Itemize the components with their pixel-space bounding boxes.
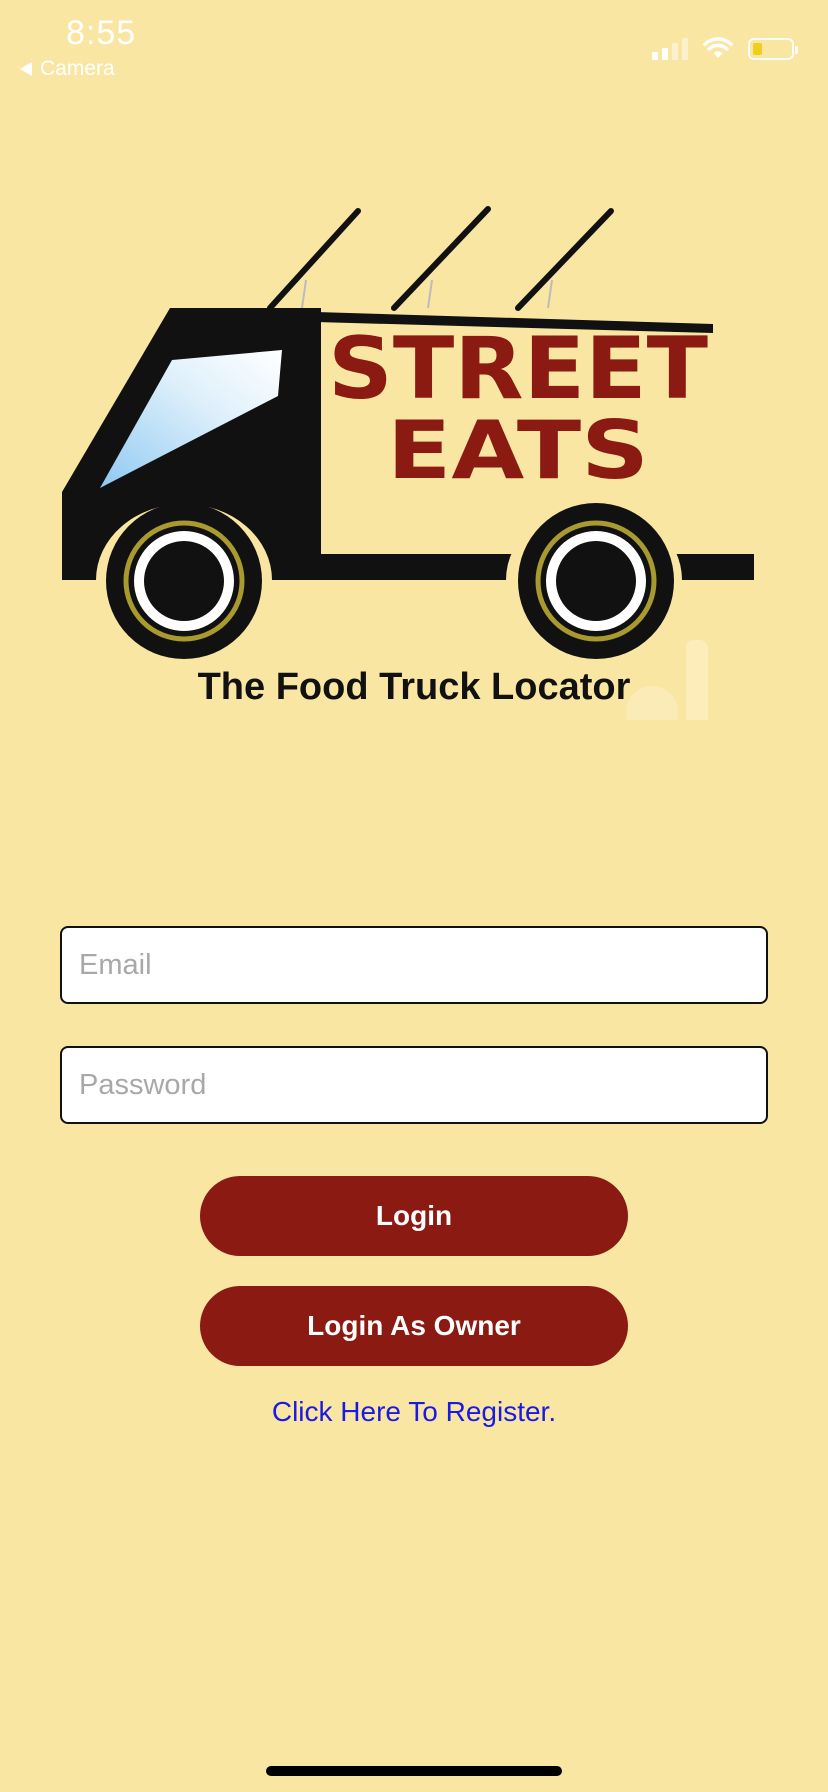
home-indicator[interactable] (266, 1766, 562, 1776)
battery-icon (748, 38, 798, 60)
login-as-owner-button[interactable]: Login As Owner (200, 1286, 628, 1366)
back-arrow-icon (20, 62, 32, 76)
password-input[interactable] (60, 1046, 768, 1124)
register-link[interactable]: Click Here To Register. (0, 1396, 828, 1428)
signal-icon (652, 36, 688, 60)
back-to-camera-link[interactable]: Camera (20, 57, 115, 81)
back-label: Camera (40, 57, 115, 80)
status-time: 8:55 (66, 14, 137, 52)
tagline: The Food Truck Locator (197, 666, 631, 708)
email-input[interactable] (60, 926, 768, 1004)
status-indicators (652, 36, 798, 60)
battery-level (753, 43, 762, 55)
login-button[interactable]: Login (200, 1176, 628, 1256)
food-truck-logo: STREET EATS (62, 206, 754, 720)
wifi-icon (703, 37, 733, 58)
logo-text-eats: EATS (387, 404, 649, 497)
